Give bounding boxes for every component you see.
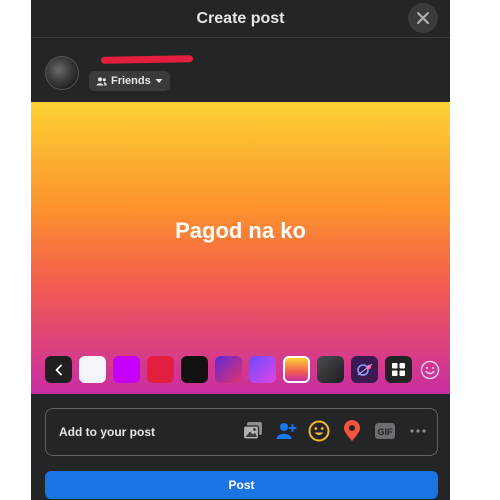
- check-in-icon: [344, 420, 360, 441]
- add-photo-button[interactable]: [242, 419, 264, 443]
- friends-icon: [96, 76, 107, 85]
- more-icon: [410, 429, 426, 433]
- swatch-purple-pink-gradient[interactable]: [215, 356, 242, 383]
- tag-people-icon: [276, 423, 297, 439]
- more-backgrounds-button[interactable]: [385, 356, 412, 383]
- close-icon: [417, 12, 429, 24]
- post-text[interactable]: Pagod na ko: [31, 218, 450, 244]
- grid-icon: [392, 363, 405, 376]
- avatar[interactable]: [45, 56, 79, 90]
- swatch-white[interactable]: [79, 356, 106, 383]
- swatch-dark-gray-gradient[interactable]: [317, 356, 344, 383]
- audience-label: Friends: [111, 75, 151, 87]
- tag-people-button[interactable]: [275, 419, 297, 443]
- gif-icon: GIF: [375, 423, 395, 439]
- post-background-canvas[interactable]: Pagod na ko: [31, 102, 450, 394]
- swatch-red[interactable]: [147, 356, 174, 383]
- svg-text:GIF: GIF: [378, 427, 394, 437]
- feeling-icon: [308, 420, 330, 442]
- swatch-illustration[interactable]: [351, 356, 378, 383]
- background-picker-back-button[interactable]: [45, 356, 72, 383]
- gif-button[interactable]: GIF: [374, 419, 396, 443]
- swatch-orange-pink-gradient-selected[interactable]: [283, 356, 310, 383]
- chevron-left-icon: [55, 364, 62, 375]
- dialog-header: Create post: [31, 0, 450, 38]
- swatch-purple[interactable]: [113, 356, 140, 383]
- photo-icon: [242, 422, 262, 440]
- more-options-button[interactable]: [407, 419, 429, 443]
- create-post-dialog: Create post Friends Pagod na ko Add to y…: [31, 0, 450, 500]
- smiley-icon: [420, 360, 440, 379]
- caret-down-icon: [155, 79, 163, 83]
- add-to-post-icons: GIF: [242, 419, 429, 443]
- dialog-title: Create post: [196, 9, 285, 27]
- add-to-post-label: Add to your post: [59, 425, 155, 439]
- illustration-icon: [356, 363, 372, 376]
- audience-selector[interactable]: Friends: [89, 71, 170, 91]
- emoji-picker-button[interactable]: [419, 356, 441, 383]
- check-in-button[interactable]: [341, 419, 363, 443]
- post-button[interactable]: Post: [45, 471, 438, 499]
- swatch-violet-pink-gradient[interactable]: [249, 356, 276, 383]
- user-row: Friends: [45, 54, 345, 94]
- feeling-activity-button[interactable]: [308, 419, 330, 443]
- close-button[interactable]: [408, 3, 438, 33]
- swatch-black[interactable]: [181, 356, 208, 383]
- add-to-post-bar: Add to your post GIF: [45, 408, 438, 456]
- background-picker: [45, 356, 441, 384]
